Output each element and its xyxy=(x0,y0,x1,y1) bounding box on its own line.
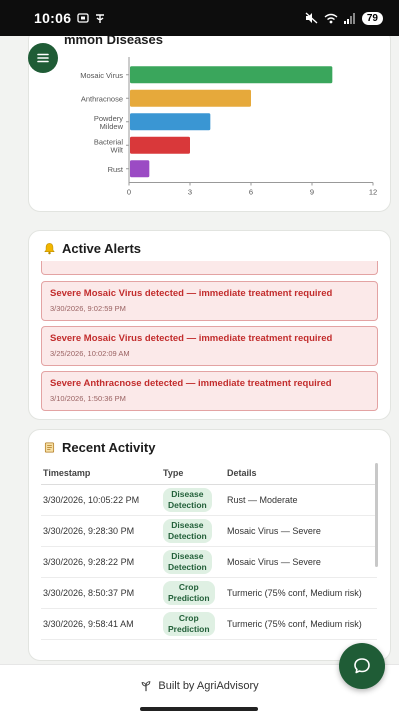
cell-timestamp: 3/30/2026, 9:28:30 PM xyxy=(41,515,161,547)
alerts-title: Active Alerts xyxy=(62,241,141,256)
x-tick-label: 3 xyxy=(188,188,192,197)
status-time: 10:06 xyxy=(34,10,72,26)
cell-type: Crop Prediction xyxy=(161,608,225,640)
y-tick-label: Rust xyxy=(108,165,124,174)
y-tick-label: Wilt xyxy=(111,145,124,154)
alert-message: Severe Mosaic Virus detected — immediate… xyxy=(50,333,333,344)
cell-timestamp: 3/30/2026, 8:50:37 PM xyxy=(41,577,161,609)
bar-mosaic-virus xyxy=(130,66,333,84)
activity-heading: Recent Activity xyxy=(43,440,155,455)
table-row[interactable]: 3/30/2026, 8:50:37 PM Crop Prediction Tur… xyxy=(41,577,377,609)
bell-icon xyxy=(44,243,55,255)
bar-rust xyxy=(130,160,150,178)
alert-timestamp: 3/10/2026, 1:50:36 PM xyxy=(50,394,126,403)
bar-anthracnose xyxy=(130,89,251,107)
common-diseases-card: mmon Diseases Mosaic Virus Anthracnose Pow… xyxy=(28,36,391,212)
column-header-details: Details xyxy=(225,464,377,485)
table-row[interactable]: 3/30/2026, 9:28:30 PM Disease Detection M… xyxy=(41,515,377,547)
cell-details: Mosaic Virus — Severe xyxy=(225,515,377,547)
cell-type: Crop Prediction xyxy=(161,577,225,609)
table-row[interactable]: 3/30/2026, 9:58:41 AM Crop Prediction Tur… xyxy=(41,608,377,640)
chat-bubble-icon xyxy=(354,658,370,674)
status-system-icons: 79 xyxy=(305,11,383,25)
cell-details: Turmeric (75% conf, Medium risk) xyxy=(225,577,377,609)
status-notification-icons xyxy=(77,13,105,24)
alert-message: Severe Anthracnose detected — immediate … xyxy=(50,378,332,389)
x-tick-label: 9 xyxy=(310,188,314,197)
dashboard-content: mmon Diseases Mosaic Virus Anthracnose Pow… xyxy=(0,36,399,664)
type-badge: Disease Detection xyxy=(163,488,212,512)
sprout-icon xyxy=(142,680,151,691)
alert-item: Severe Mosaic Virus detected — immediate… xyxy=(41,326,378,366)
alerts-heading: Active Alerts xyxy=(43,241,141,256)
screenshot-icon xyxy=(77,13,89,23)
mute-icon xyxy=(305,12,318,24)
x-tick-label: 0 xyxy=(127,188,131,197)
type-badge: Disease Detection xyxy=(163,550,212,574)
bar-bacterial-wilt xyxy=(130,136,190,154)
table-row[interactable]: 3/30/2026, 10:05:22 PM Disease Detection … xyxy=(41,484,377,516)
cell-details: Mosaic Virus — Severe xyxy=(225,546,377,578)
activity-table: Timestamp Type Details 3/30/2026, 10:05:… xyxy=(41,464,377,640)
x-tick-label: 12 xyxy=(369,188,377,197)
type-badge: Crop Prediction xyxy=(163,581,215,605)
table-header-row: Timestamp Type Details xyxy=(41,464,377,485)
signal-icon xyxy=(343,12,355,24)
cell-timestamp: 3/30/2026, 9:58:41 AM xyxy=(41,608,161,640)
alert-item: Severe Mosaic Virus detected — immediate… xyxy=(41,281,378,321)
home-indicator xyxy=(0,706,399,714)
x-tick-label: 6 xyxy=(249,188,253,197)
bar-powdery-mildew xyxy=(130,113,211,131)
type-badge: Crop Prediction xyxy=(163,612,215,636)
cell-timestamp: 3/30/2026, 10:05:22 PM xyxy=(41,484,161,516)
alert-message: Severe Mosaic Virus detected — immediate… xyxy=(50,288,333,299)
y-tick-label: Anthracnose xyxy=(81,94,123,103)
disease-bar-chart: Mosaic VirusAnthracnosePowderyMildewBact… xyxy=(80,57,377,197)
alert-item-truncated xyxy=(41,261,378,275)
cell-details: Turmeric (75% conf, Medium risk) xyxy=(225,608,377,640)
menu-button[interactable] xyxy=(28,43,58,73)
recent-activity-card: Recent Activity Timestamp Type Details 3… xyxy=(28,429,391,661)
alert-timestamp: 3/25/2026, 10:02:09 AM xyxy=(50,349,130,358)
wifi-icon xyxy=(324,13,338,23)
table-row[interactable]: 3/30/2026, 9:28:22 PM Disease Detection M… xyxy=(41,546,377,578)
app-notification-icon xyxy=(96,13,105,23)
activity-title: Recent Activity xyxy=(62,440,156,455)
cell-type: Disease Detection xyxy=(161,546,225,578)
column-header-timestamp: Timestamp xyxy=(41,464,161,485)
table-scrollbar[interactable] xyxy=(375,463,378,567)
column-header-type: Type xyxy=(161,464,225,485)
active-alerts-card: Active Alerts Severe Mosaic Virus detect… xyxy=(28,230,391,420)
scroll-icon xyxy=(44,442,55,453)
hamburger-icon xyxy=(37,53,49,63)
chat-button[interactable] xyxy=(339,643,385,689)
alert-item: Severe Anthracnose detected — immediate … xyxy=(41,371,378,411)
cell-details: Rust — Moderate xyxy=(225,484,377,516)
battery-indicator: 79 xyxy=(361,11,383,25)
cell-timestamp: 3/30/2026, 9:28:22 PM xyxy=(41,546,161,578)
cell-type: Disease Detection xyxy=(161,484,225,516)
alert-list: Severe Mosaic Virus detected — immediate… xyxy=(41,261,378,416)
y-tick-label: Mildew xyxy=(100,122,124,131)
footer-text: Built by AgriAdvisory xyxy=(158,679,259,692)
type-badge: Disease Detection xyxy=(163,519,212,543)
alert-timestamp: 3/30/2026, 9:02:59 PM xyxy=(50,304,126,313)
status-bar: 10:06 79 xyxy=(0,0,399,36)
y-tick-label: Mosaic Virus xyxy=(80,71,123,80)
cell-type: Disease Detection xyxy=(161,515,225,547)
